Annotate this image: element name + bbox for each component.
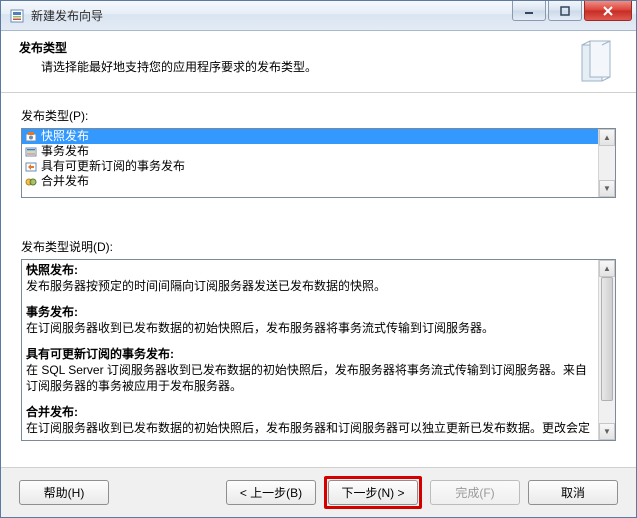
list-item[interactable]: 快照发布 (22, 129, 598, 144)
txn-icon (24, 145, 38, 159)
description-block: 合并发布:在订阅服务器收到已发布数据的初始快照后，发布服务器和订阅服务器可以独立… (26, 404, 594, 438)
maximize-button[interactable] (548, 1, 582, 21)
description-block-body: 在订阅服务器收到已发布数据的初始快照后，发布服务器和订阅服务器可以独立更新已发布… (26, 420, 594, 438)
wizard-body: 发布类型(P): 快照发布事务发布具有可更新订阅的事务发布合并发布 ▲ ▼ 发布… (1, 93, 636, 467)
scroll-track[interactable] (599, 146, 615, 180)
description-block-title: 具有可更新订阅的事务发布: (26, 347, 174, 361)
scroll-up-button[interactable]: ▲ (599, 260, 615, 277)
list-item-label: 快照发布 (41, 129, 89, 144)
page-title: 发布类型 (19, 39, 618, 56)
scroll-down-button[interactable]: ▼ (599, 423, 615, 440)
close-icon (602, 6, 614, 16)
txn-upd-icon (24, 160, 38, 174)
list-item[interactable]: 合并发布 (22, 174, 598, 189)
list-item-label: 合并发布 (41, 174, 89, 189)
wizard-header: 发布类型 请选择能最好地支持您的应用程序要求的发布类型。 (1, 31, 636, 93)
description-box: 快照发布:发布服务器按预定的时间间隔向订阅服务器发送已发布数据的快照。事务发布:… (21, 259, 616, 441)
next-button[interactable]: 下一步(N) > (328, 480, 418, 505)
description-block-body: 在 SQL Server 订阅服务器收到已发布数据的初始快照后，发布服务器将事务… (26, 362, 594, 394)
list-item[interactable]: 事务发布 (22, 144, 598, 159)
publish-type-label: 发布类型(P): (21, 107, 616, 124)
listbox-scrollbar[interactable]: ▲ ▼ (598, 129, 615, 197)
description-block-title: 合并发布: (26, 405, 78, 419)
minimize-icon (524, 6, 534, 16)
app-icon (9, 8, 25, 24)
next-button-highlight: 下一步(N) > (324, 476, 422, 509)
scroll-thumb[interactable] (601, 277, 613, 401)
wizard-page-icon (572, 39, 620, 87)
scroll-track[interactable] (599, 277, 615, 423)
window-controls (510, 1, 636, 30)
wizard-window: 新建发布向导 发布类型 请选择能最好地支持您的应用程序要求的发布类型。 (0, 0, 637, 518)
merge-icon (24, 175, 38, 189)
list-item-label: 具有可更新订阅的事务发布 (41, 159, 185, 174)
scroll-up-button[interactable]: ▲ (599, 129, 615, 146)
back-button[interactable]: < 上一步(B) (226, 480, 316, 505)
description-block-body: 发布服务器按预定的时间间隔向订阅服务器发送已发布数据的快照。 (26, 278, 594, 294)
description-label: 发布类型说明(D): (21, 238, 616, 255)
description-block: 快照发布:发布服务器按预定的时间间隔向订阅服务器发送已发布数据的快照。 (26, 262, 594, 294)
finish-button: 完成(F) (430, 480, 520, 505)
maximize-icon (560, 6, 570, 16)
description-block-title: 快照发布: (26, 263, 78, 277)
description-block: 事务发布:在订阅服务器收到已发布数据的初始快照后，发布服务器将事务流式传输到订阅… (26, 304, 594, 336)
close-button[interactable] (584, 1, 632, 21)
publish-type-listbox[interactable]: 快照发布事务发布具有可更新订阅的事务发布合并发布 ▲ ▼ (21, 128, 616, 198)
window-title: 新建发布向导 (31, 7, 510, 24)
list-item-label: 事务发布 (41, 144, 89, 159)
description-block-title: 事务发布: (26, 305, 78, 319)
button-bar: 帮助(H) < 上一步(B) 下一步(N) > 完成(F) 取消 (1, 467, 636, 517)
snapshot-icon (24, 130, 38, 144)
minimize-button[interactable] (512, 1, 546, 21)
description-scrollbar[interactable]: ▲ ▼ (598, 260, 615, 440)
page-subtitle: 请选择能最好地支持您的应用程序要求的发布类型。 (41, 58, 618, 75)
titlebar: 新建发布向导 (1, 1, 636, 31)
list-item[interactable]: 具有可更新订阅的事务发布 (22, 159, 598, 174)
cancel-button[interactable]: 取消 (528, 480, 618, 505)
description-block-body: 在订阅服务器收到已发布数据的初始快照后，发布服务器将事务流式传输到订阅服务器。 (26, 320, 594, 336)
help-button[interactable]: 帮助(H) (19, 480, 109, 505)
scroll-down-button[interactable]: ▼ (599, 180, 615, 197)
description-block: 具有可更新订阅的事务发布:在 SQL Server 订阅服务器收到已发布数据的初… (26, 346, 594, 394)
